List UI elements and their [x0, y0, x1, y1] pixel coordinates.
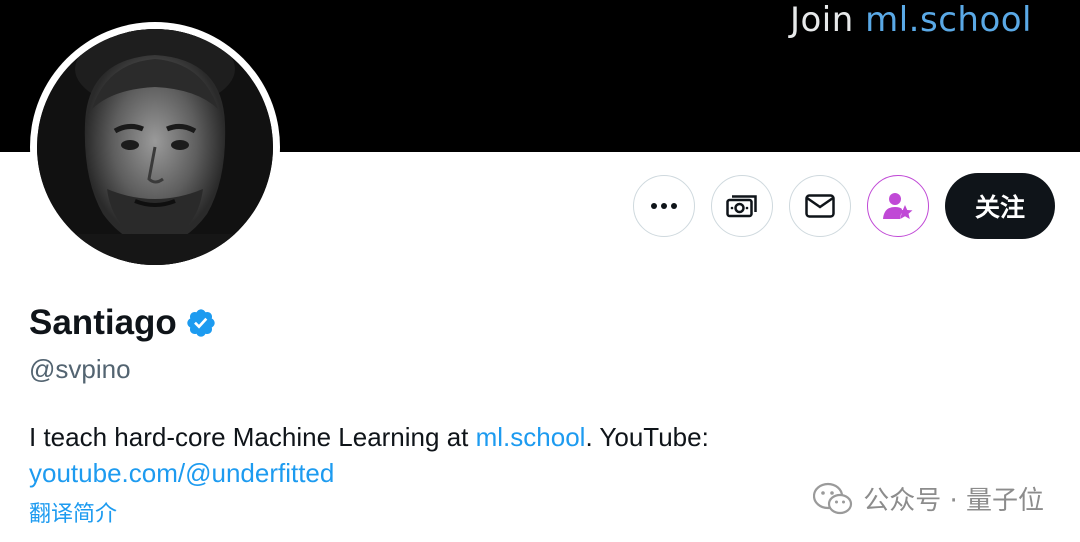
user-star-icon: [882, 193, 913, 219]
profile-name-row: Santiago: [29, 303, 217, 343]
wechat-icon: [813, 482, 853, 514]
more-horizontal-icon: [650, 203, 677, 209]
avatar[interactable]: [30, 22, 280, 272]
translate-bio-link[interactable]: 翻译简介: [29, 496, 117, 528]
banner-text: Join ml.school: [789, 0, 1032, 40]
profile-name: Santiago: [29, 303, 177, 342]
money-icon: [726, 195, 757, 218]
bio-link-youtube[interactable]: youtube.com/@underfitted: [29, 458, 334, 488]
message-button[interactable]: [788, 175, 851, 237]
verified-badge-icon[interactable]: [185, 307, 217, 339]
avatar-photo: [37, 29, 273, 265]
follow-button[interactable]: 关注: [944, 173, 1055, 239]
profile-handle: @svpino: [29, 354, 131, 384]
profile-actions: 关注: [632, 173, 1055, 239]
tip-button[interactable]: [710, 175, 773, 237]
bio-link-mlschool[interactable]: ml.school: [476, 422, 586, 452]
mail-icon: [805, 194, 835, 218]
subscribe-button[interactable]: [866, 175, 929, 237]
watermark: 公众号 · 量子位: [813, 480, 1044, 517]
more-button[interactable]: [632, 175, 695, 237]
